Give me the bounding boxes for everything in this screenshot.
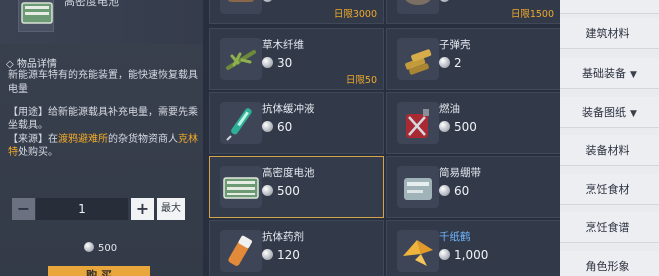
item-price: 120 — [262, 248, 300, 262]
item-name: 千纸鹤 — [439, 231, 471, 243]
item-price: 2 — [439, 56, 462, 70]
bullet-casing-icon — [397, 38, 439, 80]
item-card[interactable]: 日限1500 — [386, 0, 561, 24]
coin-icon — [84, 242, 94, 252]
item-name: 高密度电池 — [262, 167, 315, 179]
item-usage: 【用途】给新能源载具补充电量，需要先乘坐载具。 — [8, 107, 198, 132]
item-price-value: 1,000 — [454, 248, 489, 262]
category-label: 角色形象 — [585, 260, 630, 273]
category-tab-basic-equipment[interactable]: 基础装备 ▼ — [560, 58, 659, 89]
coin-icon — [439, 0, 450, 2]
category-label: 烹饪食材 — [585, 183, 630, 196]
source-text-3: 处购买。 — [18, 146, 58, 158]
item-daily-limit: 日限50 — [345, 75, 377, 86]
coin-icon — [262, 57, 273, 68]
plant-fiber-icon — [220, 38, 262, 80]
category-label: 建筑材料 — [585, 27, 630, 40]
category-tab-equipment-materials[interactable]: 装备材料 — [560, 135, 659, 166]
coin-icon — [439, 121, 450, 132]
usage-prefix: 【用途】 — [8, 107, 48, 118]
coin-icon — [439, 185, 450, 196]
item-detail-panel: 高密度电池 ◇ 物品详情 新能源车特有的充能装置，能快速恢复载具电量 【用途】给… — [0, 0, 203, 276]
item-name: 草木纤维 — [262, 39, 304, 51]
category-label: 烹饪食谱 — [585, 221, 630, 234]
item-card[interactable]: 子弹壳 2 — [386, 28, 561, 90]
category-label: 装备图纸 — [582, 106, 627, 119]
coin-icon — [439, 57, 450, 68]
quantity-max-button[interactable]: 最大 — [157, 198, 185, 220]
item-price-value: 120 — [277, 248, 300, 262]
source-prefix: 【来源】 — [8, 134, 48, 145]
battery-icon — [220, 166, 262, 208]
item-card[interactable]: 草木纤维 30 日限50 — [209, 28, 384, 90]
item-price-value: 2 — [454, 56, 462, 70]
item-price-value: 500 — [454, 120, 477, 134]
item-name: 子弹壳 — [439, 39, 471, 51]
quantity-field[interactable]: 1 — [36, 198, 128, 220]
item-price: 60 — [262, 120, 292, 134]
bandage-icon — [397, 166, 439, 208]
item-card[interactable]: 抗体缓冲液 60 — [209, 92, 384, 154]
item-price: 500 — [439, 120, 477, 134]
buy-button[interactable]: 购 买 — [48, 266, 150, 276]
paper-crane-icon — [397, 230, 439, 272]
category-label: 基础装备 — [582, 67, 627, 80]
total-price: 500 — [84, 242, 117, 254]
item-daily-limit: 日限1500 — [510, 9, 554, 20]
quantity-minus-button[interactable]: − — [12, 198, 35, 220]
item-price-value: 60 — [454, 184, 470, 198]
item-source: 【来源】在渡鸦避难所的杂货物资商人克林特处购买。 — [8, 134, 198, 159]
quantity-plus-button[interactable]: + — [131, 198, 154, 220]
source-text-2: 的杂货物资商人 — [108, 134, 178, 145]
medicine-icon — [220, 230, 262, 272]
fuel-can-icon — [397, 102, 439, 144]
coin-icon — [262, 249, 273, 260]
item-name: 燃油 — [439, 103, 460, 115]
item-price: 60 — [439, 184, 469, 198]
item-name: 简易绷带 — [439, 167, 481, 179]
item-price: 30 — [262, 56, 292, 70]
coin-icon — [262, 185, 273, 196]
item-price: 1,000 — [439, 248, 488, 262]
category-tab-equipment-blueprints[interactable]: 装备图纸 ▼ — [560, 97, 659, 128]
item-grid: 日限3000 日限1500 草木纤维 30 日限50 子弹壳 2 抗体缓冲液 6… — [203, 0, 561, 276]
category-tab-cooking-recipes[interactable]: 烹饪食谱 — [560, 212, 659, 243]
battery-icon — [18, 0, 54, 32]
item-price-value: 500 — [277, 184, 300, 198]
category-label: 装备材料 — [585, 144, 630, 157]
item-description: 新能源车特有的充能装置，能快速恢复载具电量 — [8, 70, 198, 95]
item-card-selected[interactable]: 高密度电池 500 — [209, 156, 384, 218]
item-card[interactable]: 抗体药剂 120 — [209, 220, 384, 276]
total-price-value: 500 — [98, 243, 118, 254]
item-price-value: 30 — [277, 56, 293, 70]
item-price: 500 — [262, 184, 300, 198]
item-price — [262, 0, 277, 4]
stone-icon — [397, 0, 439, 14]
item-price-value: 60 — [277, 120, 293, 134]
item-card[interactable]: 简易绷带 60 — [386, 156, 561, 218]
item-card[interactable]: 日限3000 — [209, 0, 384, 24]
category-tab-cooking-ingredients[interactable]: 烹饪食材 — [560, 174, 659, 205]
item-name: 抗体药剂 — [262, 231, 304, 243]
info-title: ◇ 物品详情 — [6, 59, 57, 70]
wood-icon — [220, 0, 262, 14]
category-tab-top[interactable] — [560, 0, 659, 14]
detail-header: 高密度电池 — [0, 0, 203, 44]
item-card[interactable]: 千纸鹤 1,000 — [386, 220, 561, 276]
item-card[interactable]: 燃油 500 — [386, 92, 561, 154]
detail-item-name: 高密度电池 — [64, 0, 119, 8]
coin-icon — [262, 0, 273, 2]
item-price — [439, 0, 454, 4]
category-tab-character-appearance[interactable]: 角色形象 — [560, 251, 659, 276]
chevron-down-icon: ▼ — [630, 70, 637, 80]
item-name: 抗体缓冲液 — [262, 103, 315, 115]
syringe-icon — [220, 102, 262, 144]
item-daily-limit: 日限3000 — [333, 9, 377, 20]
category-tab-building-materials[interactable]: 建筑材料 — [560, 18, 659, 49]
source-place-link[interactable]: 渡鸦避难所 — [58, 134, 108, 145]
chevron-down-icon: ▼ — [630, 109, 637, 119]
coin-icon — [262, 121, 273, 132]
coin-icon — [439, 249, 450, 260]
source-text-1: 在 — [48, 134, 58, 145]
